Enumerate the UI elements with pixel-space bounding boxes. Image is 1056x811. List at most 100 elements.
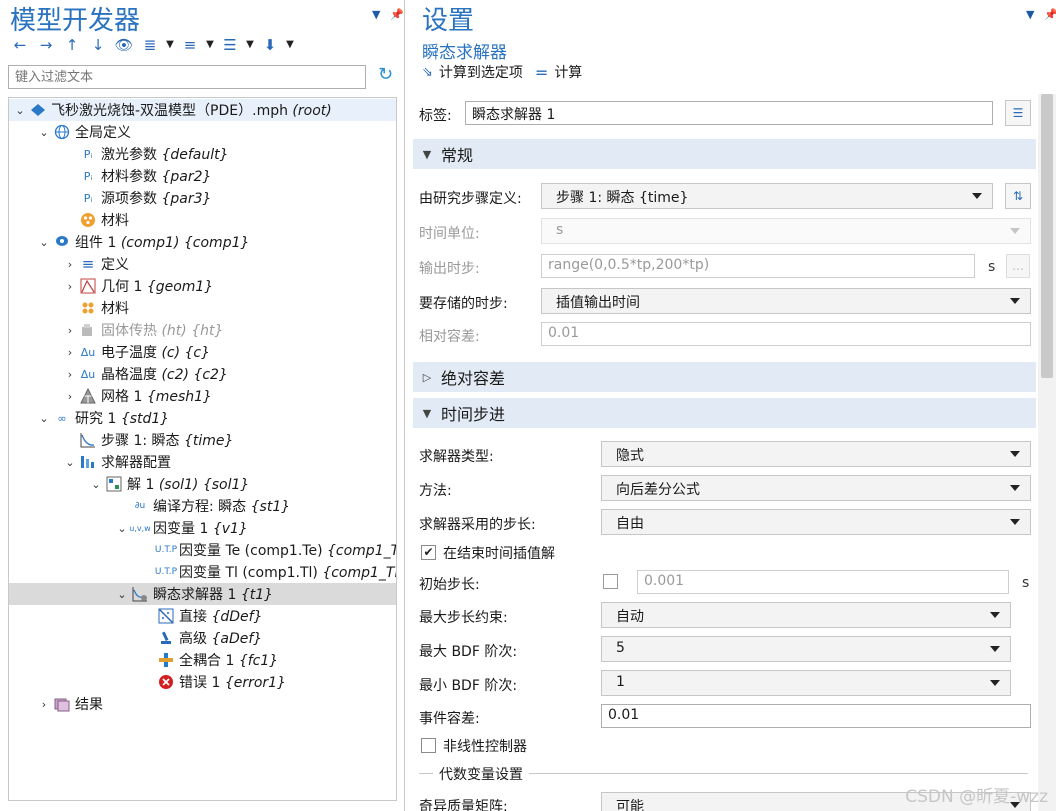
- panel-menu-icon[interactable]: ▼: [372, 8, 380, 21]
- expand-toggle-icon[interactable]: ›: [63, 280, 77, 293]
- pin-icon[interactable]: 📌: [1044, 8, 1056, 21]
- up-icon[interactable]: ↑: [60, 35, 84, 55]
- label-sync-icon[interactable]: ☰: [1005, 100, 1031, 126]
- initial-step-checkbox[interactable]: [603, 574, 618, 589]
- method-select[interactable]: 向后差分公式: [601, 475, 1031, 501]
- steps-taken-select[interactable]: 自由: [601, 509, 1031, 535]
- forward-icon[interactable]: →: [34, 35, 58, 55]
- list-dropdown-icon[interactable]: ▼: [244, 35, 256, 55]
- parameters-icon: Pᵢ: [83, 169, 93, 183]
- panel-menu-icon[interactable]: ▼: [1026, 8, 1034, 21]
- solver-type-select[interactable]: 隐式: [601, 441, 1031, 467]
- tree-node-solution[interactable]: ⌄ 解 1 (sol1) {sol1}: [9, 473, 396, 495]
- scrollbar-thumb[interactable]: [1041, 94, 1053, 378]
- compute-button[interactable]: 计算: [554, 62, 582, 82]
- expand-toggle-icon[interactable]: ›: [63, 390, 77, 403]
- time-unit-select[interactable]: s: [541, 218, 1031, 244]
- expand-toggle-icon[interactable]: ›: [37, 698, 51, 711]
- expand-toggle-icon[interactable]: ›: [63, 324, 77, 337]
- tree-node-global-definitions[interactable]: ⌄ 全局定义: [9, 121, 396, 143]
- tree-node-mesh[interactable]: › 网格 1 {mesh1}: [9, 385, 396, 407]
- collapse-toggle-icon[interactable]: ⌄: [37, 236, 51, 249]
- min-bdf-select[interactable]: 1: [601, 670, 1011, 696]
- filter-input[interactable]: [8, 65, 366, 89]
- tree-node-error[interactable]: 错误 1 {error1}: [9, 671, 396, 693]
- tree-node-component[interactable]: ⌄ 组件 1 (comp1) {comp1}: [9, 231, 396, 253]
- tree-node-lattice-temperature[interactable]: › Δu 晶格温度 (c2) {c2}: [9, 363, 396, 385]
- tree-node-root[interactable]: ⌄ 飞秒激光烧蚀-双温模型（PDE）.mph (root): [9, 99, 396, 121]
- list-icon[interactable]: ☰: [218, 35, 242, 55]
- down-icon[interactable]: ↓: [86, 35, 110, 55]
- go-to-source-icon[interactable]: ⇅: [1005, 183, 1031, 209]
- section-general[interactable]: ▼ 常规: [413, 139, 1036, 169]
- settings-form: 标签: 瞬态求解器 1 ☰ ▼ 常规 由研究步骤定义: 步骤 1: 瞬态 {ti…: [413, 94, 1036, 811]
- tree-node-dependent-variable-tl[interactable]: U.T.P 因变量 Tl (comp1.Tl) {comp1_Tl}: [9, 561, 396, 583]
- collapse-toggle-icon[interactable]: ⌄: [89, 478, 103, 491]
- tree-node-advanced[interactable]: 高级 {aDef}: [9, 627, 396, 649]
- tree-node-materials-global[interactable]: 材料: [9, 209, 396, 231]
- tree-node-direct[interactable]: 直接 {dDef}: [9, 605, 396, 627]
- tree-node-dependent-variables[interactable]: ⌄ u,v,w 因变量 1 {v1}: [9, 517, 396, 539]
- tree-node-definitions[interactable]: › ≡ 定义: [9, 253, 396, 275]
- collapse-toggle-icon[interactable]: ⌄: [115, 588, 129, 601]
- settings-scrollbar[interactable]: [1038, 94, 1056, 811]
- nonlinear-controller-checkbox[interactable]: [421, 738, 436, 753]
- refresh-icon[interactable]: ↻: [378, 64, 393, 85]
- initial-step-input[interactable]: 0.001: [637, 570, 1009, 594]
- tree-node-material-parameters[interactable]: Pᵢ 材料参数 {par2}: [9, 165, 396, 187]
- defined-by-select[interactable]: 步骤 1: 瞬态 {time}: [541, 183, 993, 209]
- collapse-dropdown-icon[interactable]: ▼: [204, 35, 216, 55]
- transient-step-icon: [79, 431, 97, 449]
- tree-node-materials[interactable]: 材料: [9, 297, 396, 319]
- collapse-toggle-icon[interactable]: ⌄: [63, 456, 77, 469]
- range-icon[interactable]: …: [1006, 254, 1030, 278]
- tree-node-laser-parameters[interactable]: Pᵢ 激光参数 {default}: [9, 143, 396, 165]
- tree-node-heat-transfer[interactable]: › 固体传热 (ht) {ht}: [9, 319, 396, 341]
- tree-label: 直接 {dDef}: [179, 609, 263, 625]
- tree-node-results[interactable]: › 结果: [9, 693, 396, 715]
- expand-dropdown-icon[interactable]: ▼: [164, 35, 176, 55]
- collapse-toggle-icon[interactable]: ⌄: [115, 522, 129, 535]
- relative-tolerance-input[interactable]: 0.01: [541, 322, 1031, 346]
- pin-icon[interactable]: 📌: [390, 8, 404, 21]
- store-steps-select[interactable]: 插值输出时间: [541, 288, 1031, 314]
- collapse-toggle-icon[interactable]: ⌄: [37, 412, 51, 425]
- funnel-dropdown-icon[interactable]: ▼: [284, 35, 296, 55]
- label-input[interactable]: 瞬态求解器 1: [465, 101, 993, 125]
- tree-node-study[interactable]: ⌄ ∞ 研究 1 {std1}: [9, 407, 396, 429]
- chevron-down-icon: [1010, 451, 1020, 457]
- back-icon[interactable]: ←: [8, 35, 32, 55]
- funnel-icon[interactable]: ⬇: [258, 35, 282, 55]
- globe-icon: [53, 123, 71, 141]
- compute-icon[interactable]: =: [535, 63, 548, 82]
- tree-node-solver-configurations[interactable]: ⌄ 求解器配置: [9, 451, 396, 473]
- section-time-stepping[interactable]: ▼ 时间步进: [413, 398, 1036, 428]
- compute-selected-icon[interactable]: ⇘: [422, 65, 433, 80]
- max-bdf-select[interactable]: 5: [601, 636, 1011, 662]
- expand-toggle-icon[interactable]: ›: [63, 346, 77, 359]
- max-step-select[interactable]: 自动: [601, 602, 1011, 628]
- tree-node-source-parameters[interactable]: Pᵢ 源项参数 {par3}: [9, 187, 396, 209]
- tree-label: 瞬态求解器 1 {t1}: [153, 587, 274, 603]
- tree-node-dependent-variable-te[interactable]: U.T.P 因变量 Te (comp1.Te) {comp1_Te}: [9, 539, 396, 561]
- collapse-toggle-icon[interactable]: ⌄: [37, 126, 51, 139]
- expand-toggle-icon[interactable]: ›: [63, 258, 77, 271]
- interpolate-checkbox[interactable]: ✔: [421, 545, 436, 560]
- compute-selected-button[interactable]: 计算到选定项: [439, 62, 523, 82]
- tree-node-compile-equations[interactable]: ∂u 编译方程: 瞬态 {st1}: [9, 495, 396, 517]
- tree-node-geometry[interactable]: › 几何 1 {geom1}: [9, 275, 396, 297]
- collapse-toggle-icon[interactable]: ⌄: [13, 104, 27, 117]
- results-icon: [53, 695, 71, 713]
- interpolate-label: 在结束时间插值解: [443, 546, 555, 562]
- expand-toggle-icon[interactable]: ›: [63, 368, 77, 381]
- show-icon[interactable]: 👁: [112, 35, 136, 55]
- tree-node-fully-coupled[interactable]: 全耦合 1 {fc1}: [9, 649, 396, 671]
- tree-node-electron-temperature[interactable]: › Δu 电子温度 (c) {c}: [9, 341, 396, 363]
- output-times-input[interactable]: range(0,0.5*tp,200*tp): [541, 254, 975, 278]
- section-absolute-tolerance[interactable]: ▷ 绝对容差: [413, 362, 1036, 392]
- expand-icon[interactable]: ≣: [138, 35, 162, 55]
- tree-node-step-transient[interactable]: 步骤 1: 瞬态 {time}: [9, 429, 396, 451]
- event-tolerance-input[interactable]: 0.01: [601, 704, 1031, 728]
- collapse-icon[interactable]: ≡: [178, 35, 202, 55]
- tree-node-time-dependent-solver[interactable]: ⌄ 瞬态求解器 1 {t1}: [9, 583, 396, 605]
